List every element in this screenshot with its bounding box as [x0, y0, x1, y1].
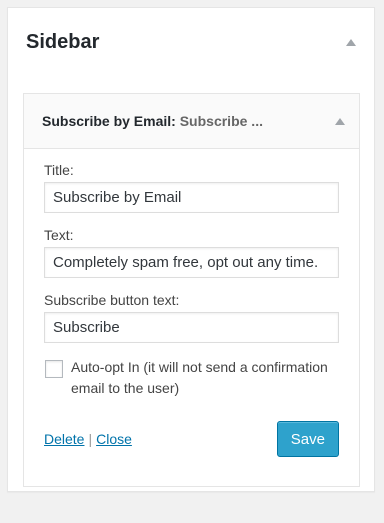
widget-toggle-icon[interactable]: [335, 117, 345, 125]
widget-links: Delete | Close: [44, 431, 132, 447]
delete-link[interactable]: Delete: [44, 431, 84, 447]
auto-opt-in-label[interactable]: Auto-opt In (it will not send a confirma…: [71, 357, 339, 399]
link-separator: |: [88, 431, 93, 447]
widget-title: Subscribe by Email: Subscribe ...: [42, 113, 263, 129]
text-input[interactable]: Completely spam free, opt out any time.: [44, 247, 339, 278]
sidebar-title: Sidebar: [26, 30, 100, 53]
auto-opt-in-checkbox[interactable]: [45, 360, 63, 378]
close-link[interactable]: Close: [96, 431, 132, 447]
widget-header[interactable]: Subscribe by Email: Subscribe ...: [24, 94, 359, 149]
button-text-label: Subscribe button text:: [44, 292, 180, 308]
widget-actions: Delete | Close Save: [44, 421, 339, 457]
title-label: Title:: [44, 162, 74, 178]
save-button[interactable]: Save: [276, 421, 339, 457]
widget-title-main: Subscribe by Email:: [42, 113, 176, 129]
widget-form: Title: Subscribe by Email Text: Complete…: [24, 149, 359, 457]
widget-title-sub: Subscribe ...: [179, 113, 263, 129]
text-label: Text:: [44, 227, 74, 243]
auto-opt-in-row: Auto-opt In (it will not send a confirma…: [44, 357, 339, 399]
subscribe-widget: Subscribe by Email: Subscribe ... Title:…: [23, 93, 360, 487]
sidebar-header[interactable]: Sidebar: [8, 8, 374, 76]
collapse-arrow-icon[interactable]: [346, 38, 356, 46]
button-text-input[interactable]: Subscribe: [44, 312, 339, 343]
title-input[interactable]: Subscribe by Email: [44, 182, 339, 213]
sidebar-panel: Sidebar Subscribe by Email: Subscribe ..…: [7, 7, 375, 492]
